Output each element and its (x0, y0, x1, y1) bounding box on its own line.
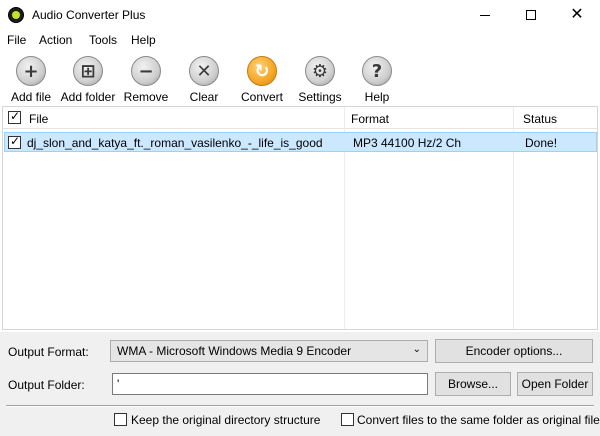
output-format-select[interactable]: WMA - Microsoft Windows Media 9 Encoder … (110, 340, 428, 362)
add-file-button[interactable]: + Add file (1, 54, 61, 104)
convert-icon: ↻ (247, 56, 277, 86)
help-label: Help (364, 90, 390, 104)
keep-structure-checkbox[interactable] (114, 413, 127, 426)
encoder-options-button[interactable]: Encoder options... (435, 339, 593, 363)
close-button[interactable]: ✕ (554, 0, 600, 30)
keep-structure-label[interactable]: Keep the original directory structure (131, 413, 320, 427)
gear-icon: ⚙ (305, 56, 335, 86)
help-button[interactable]: ? Help (347, 54, 407, 104)
maximize-button[interactable] (508, 0, 554, 30)
header-format[interactable]: Format (351, 112, 389, 126)
output-folder-field[interactable]: ' (112, 373, 428, 395)
maximize-icon (526, 10, 536, 20)
table-row[interactable]: dj_slon_and_katya_ft._roman_vasilenko_-_… (4, 132, 597, 152)
close-icon: ✕ (570, 6, 584, 23)
output-format-label: Output Format: (8, 345, 89, 359)
same-folder-checkbox[interactable] (341, 413, 354, 426)
minimize-icon (480, 14, 490, 16)
settings-button[interactable]: ⚙ Settings (290, 54, 350, 104)
same-folder-label[interactable]: Convert files to the same folder as orig… (357, 413, 600, 427)
clear-button[interactable]: ✕ Clear (174, 54, 234, 104)
output-folder-label: Output Folder: (8, 378, 85, 392)
add-folder-icon: ⊞ (73, 56, 103, 86)
menu-file[interactable]: File (7, 33, 26, 47)
window-title: Audio Converter Plus (32, 8, 146, 22)
app-icon (8, 7, 24, 23)
remove-label: Remove (123, 90, 169, 104)
output-format-value: WMA - Microsoft Windows Media 9 Encoder (117, 344, 352, 358)
row-format: MP3 44100 Hz/2 Ch (353, 136, 462, 150)
minimize-button[interactable] (462, 0, 508, 30)
add-file-label: Add file (10, 90, 52, 104)
add-folder-label: Add folder (60, 90, 116, 104)
row-checkbox[interactable] (8, 134, 21, 149)
header-status[interactable]: Status (523, 112, 557, 126)
menu-bar: File Action Tools Help (0, 30, 600, 50)
browse-button[interactable]: Browse... (435, 372, 511, 396)
help-icon: ? (362, 56, 392, 86)
convert-button[interactable]: ↻ Convert (232, 54, 292, 104)
remove-button[interactable]: − Remove (116, 54, 176, 104)
convert-label: Convert (240, 90, 284, 104)
clear-x-icon: ✕ (189, 56, 219, 86)
header-file[interactable]: File (29, 112, 48, 126)
list-header: File Format Status (3, 107, 597, 129)
file-list[interactable]: File Format Status dj_slon_and_katya_ft.… (2, 106, 598, 330)
row-file-name: dj_slon_and_katya_ft._roman_vasilenko_-_… (27, 136, 323, 150)
output-panel: Output Format: WMA - Microsoft Windows M… (0, 332, 600, 436)
toolbar: + Add file ⊞ Add folder − Remove ✕ Clear… (0, 50, 600, 104)
menu-help[interactable]: Help (131, 33, 156, 47)
output-folder-value: ' (117, 377, 120, 391)
title-bar: Audio Converter Plus ✕ (0, 0, 600, 30)
row-status: Done! (525, 136, 558, 150)
add-folder-button[interactable]: ⊞ Add folder (58, 54, 118, 104)
open-folder-button[interactable]: Open Folder (517, 372, 593, 396)
plus-icon: + (16, 56, 46, 86)
select-all-checkbox[interactable] (8, 109, 21, 124)
menu-action[interactable]: Action (39, 33, 72, 47)
clear-label: Clear (189, 90, 219, 104)
chevron-down-icon: ⌄ (412, 344, 421, 355)
menu-tools[interactable]: Tools (89, 33, 117, 47)
divider (6, 405, 594, 407)
settings-label: Settings (298, 90, 342, 104)
minus-icon: − (131, 56, 161, 86)
